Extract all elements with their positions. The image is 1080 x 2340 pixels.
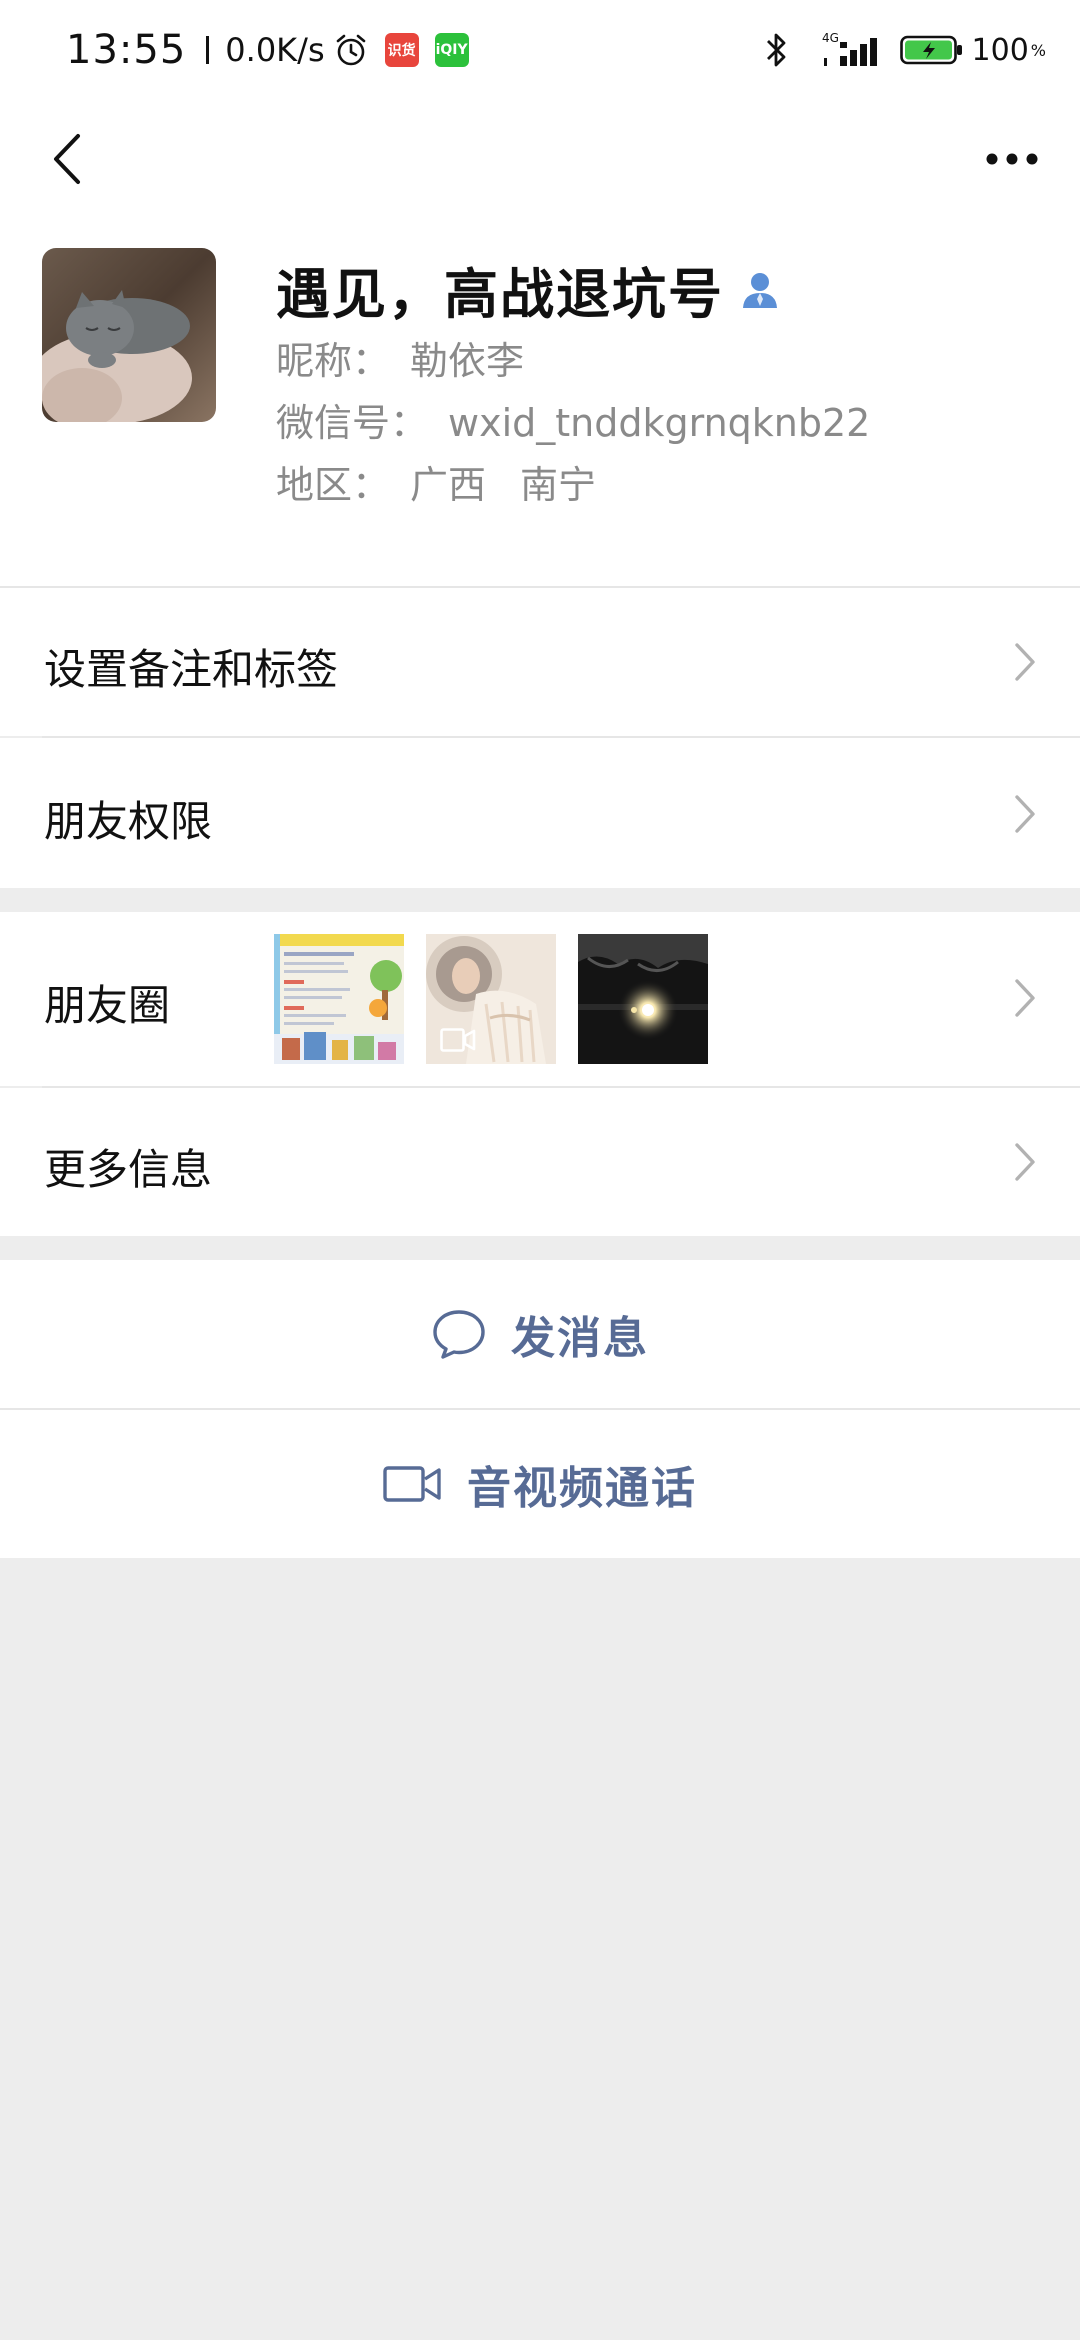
bluetooth-icon (766, 33, 785, 67)
wechat-id-row: 微信号： wxid_tnddkgrnqknb22 (276, 392, 870, 447)
more-info-cell[interactable]: 更多信息 (0, 1088, 1080, 1236)
network-type-label: 4G (822, 31, 839, 45)
set-remark-tags-cell[interactable]: 设置备注和标签 (0, 588, 1080, 736)
person-icon (743, 272, 777, 308)
status-separator (206, 36, 210, 64)
contact-name: 遇见，高战退坑号 (276, 250, 782, 329)
friend-permissions-label: 朋友权限 (44, 797, 213, 846)
chevron-right-icon (1015, 795, 1035, 833)
status-bar: 13:55 0.0K/s 识货 iQIY 4G 100 % (0, 0, 1080, 100)
nickname-label: 昵称： (276, 339, 391, 383)
app-badge-iqiyi-icon: iQIY (434, 33, 469, 67)
moments-thumbnails (274, 934, 730, 1064)
moments-label: 朋友圈 (44, 981, 171, 1030)
moments-thumbnail[interactable] (426, 934, 556, 1064)
battery-icon (899, 35, 962, 65)
nickname-value: 勒依李 (410, 339, 525, 383)
region-province: 广西 (410, 463, 487, 507)
avatar[interactable] (42, 248, 216, 422)
moments-thumbnail[interactable] (578, 934, 708, 1064)
nickname-row: 昵称： 勒依李 (276, 330, 524, 385)
top-nav (0, 100, 1080, 220)
network-speed: 0.0K/s (225, 31, 325, 69)
chevron-right-icon (1015, 1143, 1035, 1181)
more-button[interactable] (962, 114, 1062, 204)
moments-thumbnail[interactable] (274, 934, 404, 1064)
app-badge-shihuo-icon: 识货 (384, 33, 419, 67)
region-row: 地区： 广西 南宁 (276, 454, 596, 509)
region-city: 南宁 (520, 463, 597, 507)
send-message-button[interactable]: 发消息 (0, 1260, 1080, 1408)
video-camera-icon (383, 1466, 441, 1502)
audio-video-call-label: 音视频通话 (467, 1463, 697, 1514)
wechat-id-label: 微信号： (276, 401, 429, 445)
status-time: 13:55 (66, 27, 187, 73)
contact-profile-screen: 13:55 0.0K/s 识货 iQIY 4G 100 % 遇见，高战退坑号 昵… (0, 0, 1080, 2340)
chevron-right-icon (1015, 643, 1035, 681)
chevron-left-icon (54, 134, 80, 184)
wechat-id-value: wxid_tnddkgrnqknb22 (448, 401, 871, 445)
back-button[interactable] (32, 114, 102, 204)
night-scene-image (578, 934, 708, 1064)
region-label: 地区： (276, 463, 391, 507)
more-dots-icon (986, 153, 1038, 165)
video-play-icon (440, 1028, 476, 1052)
battery-level: 100 (971, 32, 1029, 68)
contact-display-name: 遇见，高战退坑号 (276, 263, 724, 326)
friend-permissions-cell[interactable]: 朋友权限 (0, 738, 1080, 888)
moments-cell[interactable]: 朋友圈 (0, 912, 1080, 1086)
poster-image (274, 934, 404, 1064)
signal-icon: 4G (822, 31, 877, 66)
battery-unit: % (1030, 40, 1046, 60)
alarm-icon (336, 34, 365, 66)
chevron-right-icon (1015, 979, 1035, 1017)
avatar-cat-photo (42, 248, 216, 422)
set-remark-tags-label: 设置备注和标签 (44, 645, 339, 694)
profile-header: 遇见，高战退坑号 昵称： 勒依李 微信号： wxid_tnddkgrnqknb22 … (0, 220, 1080, 586)
send-message-label: 发消息 (511, 1313, 649, 1364)
audio-video-call-button[interactable]: 音视频通话 (0, 1410, 1080, 1558)
chat-bubble-icon (433, 1310, 485, 1359)
more-info-label: 更多信息 (44, 1145, 213, 1194)
